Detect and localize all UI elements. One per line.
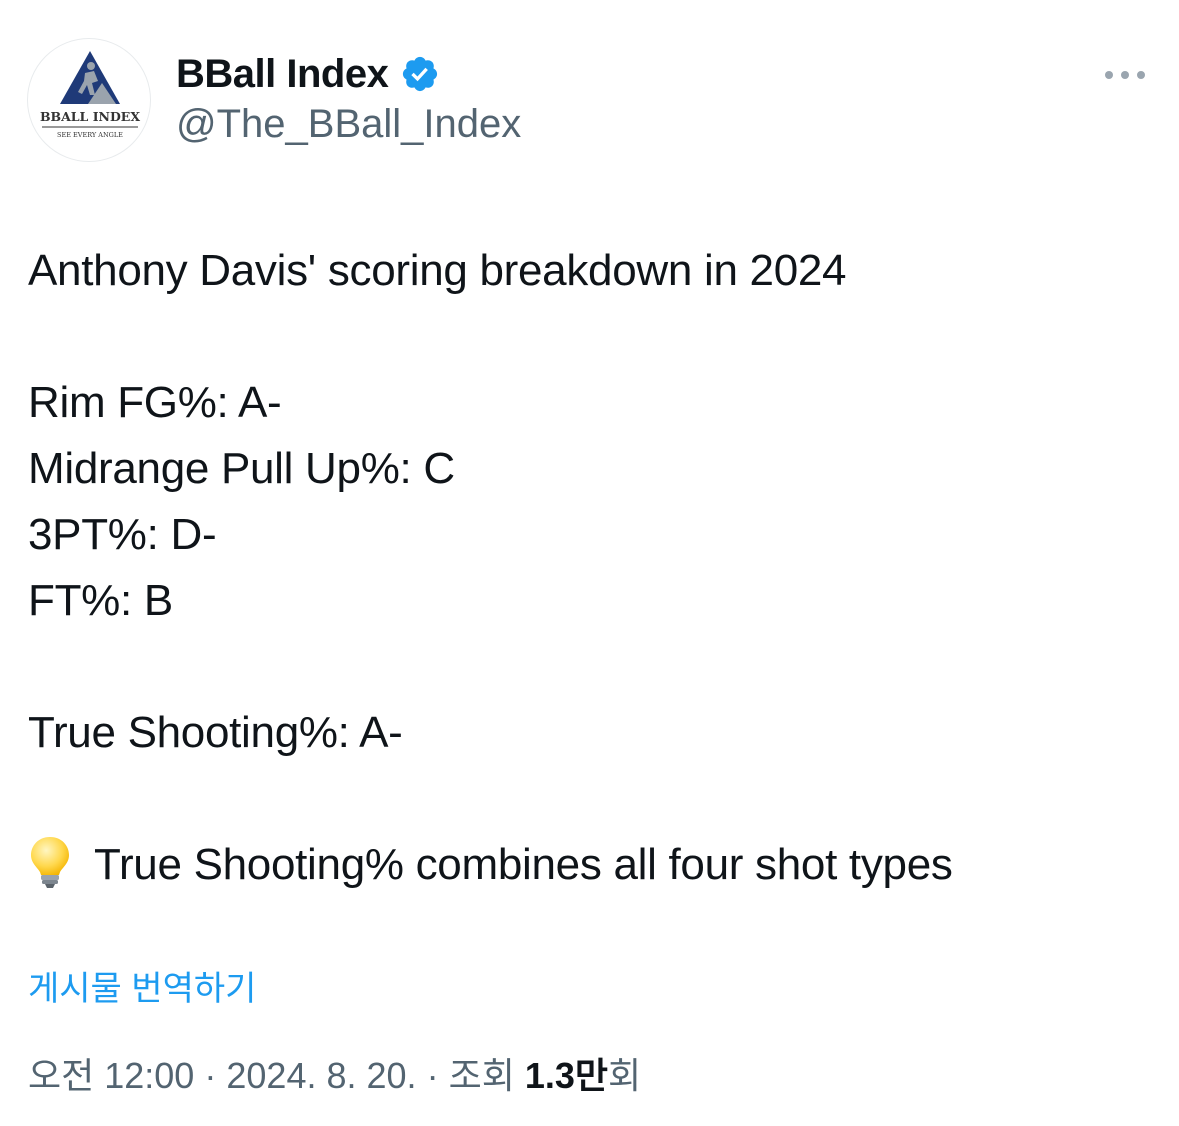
tweet-text: Anthony Davis' scoring breakdown in 2024… [28,238,1158,898]
translate-post-link[interactable]: 게시물 번역하기 [28,966,256,1012]
tweet-ft-line: FT%: B [28,576,173,625]
more-horizontal-icon[interactable] [1100,60,1150,90]
tweet-meta: 오전 12:00 · 2024. 8. 20. · 조회 1.3만회 [28,1052,641,1100]
avatar-logo-tagline: SEE EVERY ANGLE [57,131,123,139]
lightbulb-icon [31,837,69,888]
verified-badge-icon[interactable] [400,54,440,94]
user-handle[interactable]: @The_BBall_Index [176,100,521,148]
tweet-ts-line: True Shooting%: A- [28,708,403,757]
views-label: 조회 [448,1055,515,1096]
tweet-title-line: Anthony Davis' scoring breakdown in 2024 [28,246,847,295]
tweet-three-line: 3PT%: D- [28,510,217,559]
bball-index-logo: BBALL INDEX SEE EVERY ANGLE [40,51,140,139]
tweet-note-text: True Shooting% combines all four shot ty… [94,840,953,889]
tweet-time[interactable]: 오전 12:00 [28,1055,194,1096]
tweet-note-line: True Shooting% combines all four shot ty… [28,832,1158,898]
tweet-date[interactable]: 2024. 8. 20. [226,1055,416,1096]
views-suffix: 회 [608,1055,642,1096]
tweet-rim-line: Rim FG%: A- [28,378,282,427]
author-name-row[interactable]: BBall Index [176,50,440,98]
views-unit[interactable]: 만 [575,1055,608,1096]
tweet-midrange-line: Midrange Pull Up%: C [28,444,455,493]
display-name[interactable]: BBall Index [176,50,389,98]
avatar-logo-text: BBALL INDEX [40,109,140,124]
meta-separator: · [426,1055,439,1096]
avatar[interactable]: BBALL INDEX SEE EVERY ANGLE [27,38,151,162]
meta-separator: · [204,1055,217,1096]
views-count[interactable]: 1.3 [525,1055,575,1096]
